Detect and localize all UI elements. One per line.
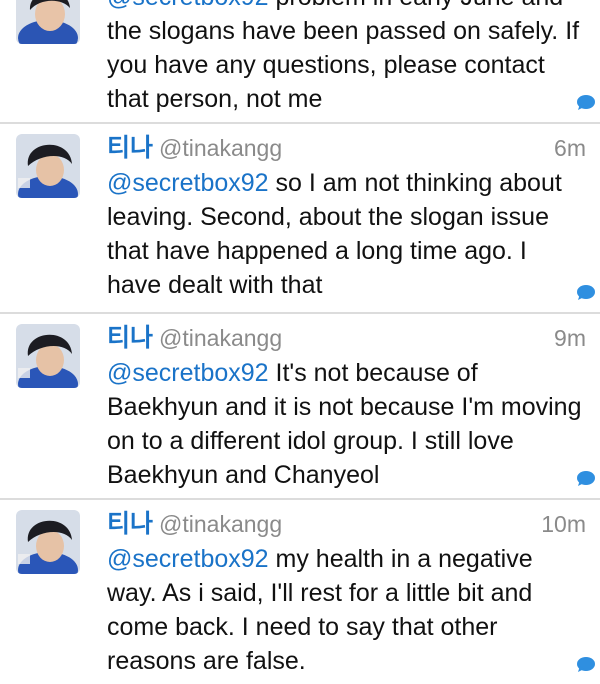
tweet-header: 티나 @tinakangg 6m (107, 132, 586, 164)
avatar[interactable] (16, 134, 80, 198)
tweet-header: 티나 @tinakangg 10m (107, 508, 586, 540)
speech-bubble-icon[interactable] (575, 284, 595, 302)
avatar[interactable] (16, 0, 80, 44)
tweet-item[interactable]: @secretbox92 problem in early June and t… (0, 0, 600, 124)
tweet-item[interactable]: 티나 @tinakangg 10m @secretbox92 my health … (0, 500, 600, 684)
mention-link[interactable]: @secretbox92 (107, 545, 269, 573)
mention-link[interactable]: @secretbox92 (107, 169, 269, 197)
avatar[interactable] (16, 324, 80, 388)
mention-link[interactable]: @secretbox92 (107, 359, 269, 387)
username[interactable]: @tinakangg (159, 135, 282, 161)
tweet-header: 티나 @tinakangg 9m (107, 322, 586, 354)
speech-bubble-icon[interactable] (575, 94, 595, 112)
speech-bubble-icon[interactable] (575, 470, 595, 488)
timestamp: 10m (541, 511, 586, 537)
timeline-feed: @secretbox92 problem in early June and t… (0, 0, 600, 684)
tweet-item[interactable]: 티나 @tinakangg 9m @secretbox92 It's not be… (0, 314, 600, 500)
tweet-text: @secretbox92 my health in a negative way… (107, 545, 533, 675)
speech-bubble-icon[interactable] (575, 656, 595, 674)
username[interactable]: @tinakangg (159, 325, 282, 351)
display-name[interactable]: 티나 (107, 134, 153, 162)
tweet-text: @secretbox92 so I am not thinking about … (107, 169, 562, 299)
display-name[interactable]: 티나 (107, 324, 153, 352)
display-name[interactable]: 티나 (107, 510, 153, 538)
timestamp: 9m (554, 325, 586, 351)
tweet-item[interactable]: 티나 @tinakangg 6m @secretbox92 so I am not… (0, 124, 600, 314)
tweet-text: @secretbox92 problem in early June and t… (107, 0, 584, 116)
username[interactable]: @tinakangg (159, 511, 282, 537)
timestamp: 6m (554, 135, 586, 161)
tweet-text: @secretbox92 It's not because of Baekhyu… (107, 359, 582, 489)
mention-link[interactable]: @secretbox92 (107, 0, 269, 11)
avatar[interactable] (16, 510, 80, 574)
